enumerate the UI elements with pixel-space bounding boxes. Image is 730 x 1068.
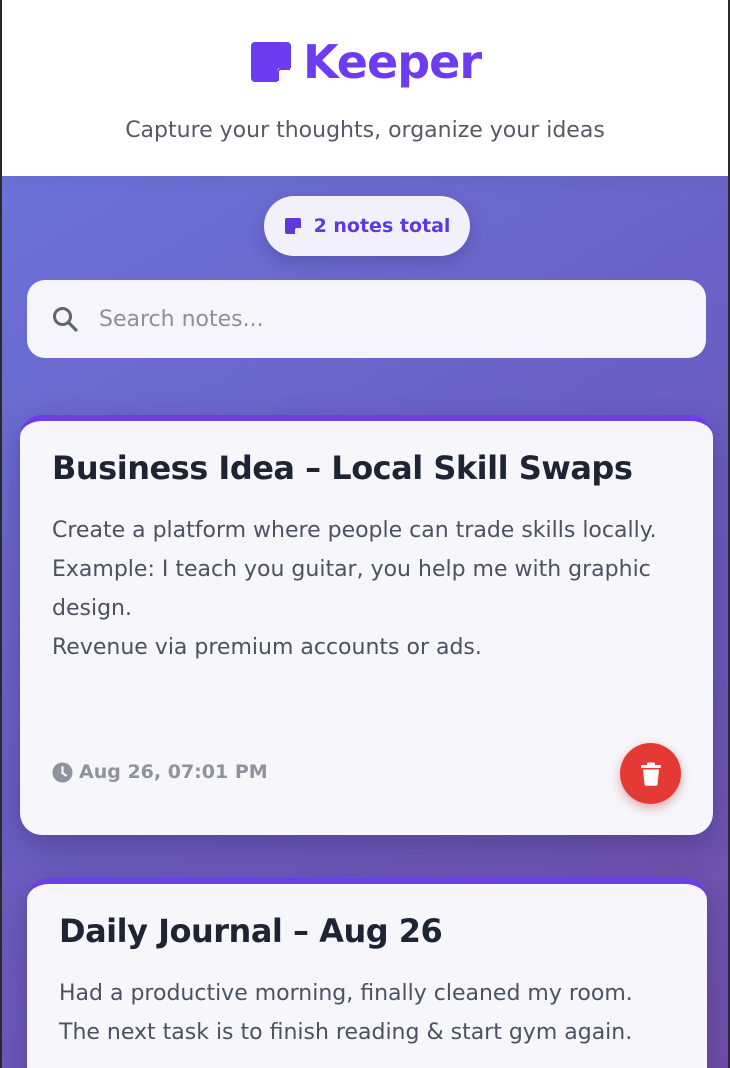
brand: Keeper bbox=[2, 34, 728, 90]
note-title: Business Idea – Local Skill Swaps bbox=[52, 449, 633, 487]
search-input[interactable] bbox=[99, 306, 659, 332]
note-body: Create a platform where people can trade… bbox=[52, 518, 657, 660]
search-bar[interactable] bbox=[27, 280, 706, 358]
clock-icon bbox=[52, 762, 73, 782]
sticky-note-icon bbox=[250, 42, 291, 82]
trash-icon bbox=[640, 762, 661, 786]
delete-note-button[interactable] bbox=[620, 743, 681, 804]
app-tagline: Capture your thoughts, organize your ide… bbox=[125, 118, 605, 143]
note-title: Daily Journal – Aug 26 bbox=[59, 912, 443, 950]
note-timestamp-text: Aug 26, 07:01 PM bbox=[79, 761, 268, 783]
app-title: Keeper bbox=[302, 35, 482, 89]
note-card[interactable]: Business Idea – Local Skill Swaps Create… bbox=[20, 415, 713, 835]
app-window: Keeper Capture your thoughts, organize y… bbox=[0, 0, 730, 1068]
search-icon bbox=[53, 307, 78, 332]
notes-count-label: 2 notes total bbox=[313, 215, 451, 237]
notes-area: 2 notes total Business Idea – Local Skil… bbox=[2, 176, 728, 1068]
notes-count-badge: 2 notes total bbox=[264, 196, 470, 256]
sticky-note-icon bbox=[284, 218, 301, 234]
note-body: Had a productive morning, finally cleane… bbox=[59, 981, 633, 1045]
note-card[interactable]: Daily Journal – Aug 26 Had a productive … bbox=[27, 878, 707, 1068]
app-header: Keeper Capture your thoughts, organize y… bbox=[2, 0, 728, 176]
note-timestamp: Aug 26, 07:01 PM bbox=[52, 761, 268, 783]
